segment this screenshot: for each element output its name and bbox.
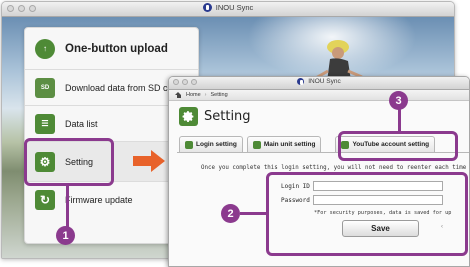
app-logo-icon bbox=[297, 78, 305, 85]
breadcrumb: Home › Setting bbox=[169, 90, 469, 101]
home-icon[interactable] bbox=[175, 92, 182, 98]
tab-main-unit-setting[interactable]: Main unit setting bbox=[246, 136, 322, 152]
callout-badge-2: 2 bbox=[221, 204, 240, 223]
menu-item-one-button-upload[interactable]: ↑ One-button upload bbox=[25, 28, 198, 70]
callout-line-2 bbox=[240, 212, 267, 215]
breadcrumb-home[interactable]: Home bbox=[186, 92, 201, 98]
menu-item-label: Data list bbox=[65, 118, 98, 129]
gear-icon bbox=[179, 107, 198, 126]
callout-badge-3: 3 bbox=[389, 91, 408, 110]
info-text: Once you complete this login setting, yo… bbox=[201, 165, 467, 171]
setting-window-title: INOU Sync bbox=[308, 78, 341, 85]
page-title: Setting bbox=[204, 109, 251, 124]
refresh-icon: ↻ bbox=[35, 190, 55, 210]
callout-line-1 bbox=[66, 186, 69, 228]
tab-login-setting[interactable]: Login setting bbox=[179, 136, 243, 152]
sd-card-icon: SD bbox=[35, 77, 55, 98]
menu-item-label: Firmware update bbox=[65, 195, 133, 205]
breadcrumb-current: Setting bbox=[210, 92, 228, 98]
callout-box-1 bbox=[24, 138, 114, 186]
main-window-title: INOU Sync bbox=[215, 3, 254, 12]
callout-badge-1: 1 bbox=[56, 226, 75, 245]
chevron-right-icon: › bbox=[204, 92, 207, 98]
menu-item-label: Download data from SD card bbox=[65, 82, 181, 93]
callout-box-2 bbox=[266, 172, 468, 256]
setting-window-titlebar: INOU Sync bbox=[169, 77, 469, 90]
list-icon: ☰ bbox=[35, 113, 55, 134]
arrow-right-icon bbox=[133, 150, 165, 172]
app-logo-icon bbox=[202, 3, 212, 12]
key-icon bbox=[185, 140, 193, 149]
tab-label: Main unit setting bbox=[263, 141, 316, 148]
tab-label: Login setting bbox=[196, 141, 237, 148]
callout-box-3 bbox=[338, 131, 458, 161]
tutorial-composite: INOU Sync ↑ One-button upload SD Downloa… bbox=[0, 0, 470, 267]
menu-item-label: One-button upload bbox=[65, 42, 168, 55]
device-icon bbox=[252, 140, 261, 149]
main-window-titlebar: INOU Sync bbox=[2, 2, 454, 17]
upload-icon: ↑ bbox=[35, 38, 55, 59]
setting-header: Setting bbox=[179, 107, 251, 126]
